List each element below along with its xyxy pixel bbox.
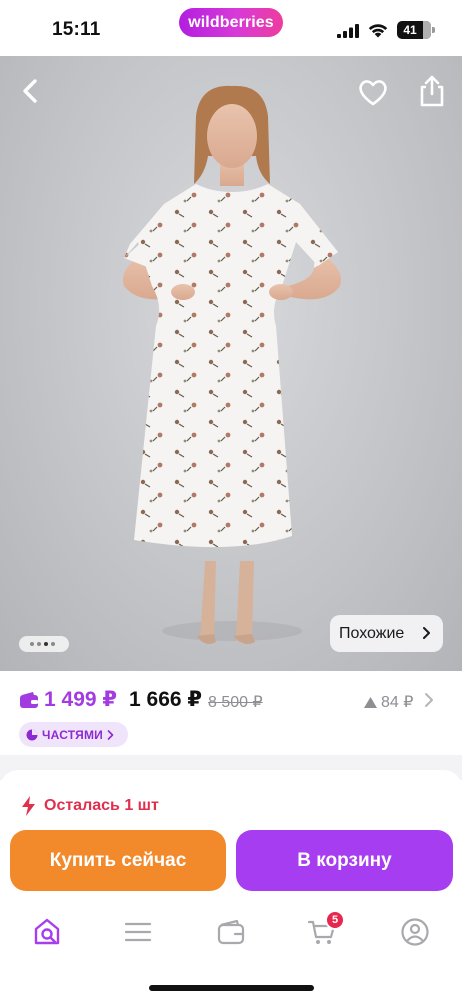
product-gallery[interactable]: Похожие: [0, 56, 462, 671]
profile-icon[interactable]: [399, 916, 431, 948]
wallet-icon: [20, 692, 38, 708]
add-to-cart-button[interactable]: В корзину: [236, 830, 453, 891]
stock-status: Осталась 1 шт: [44, 797, 159, 814]
price-change: 84 ₽: [381, 694, 414, 711]
back-button[interactable]: [14, 74, 48, 108]
price-history[interactable]: 84 ₽: [364, 692, 413, 712]
old-price: 8 500 ₽: [208, 694, 263, 711]
buy-now-button[interactable]: Купить сейчас: [10, 830, 226, 891]
share-icon[interactable]: [416, 74, 448, 108]
similar-button[interactable]: Похожие: [330, 615, 443, 652]
cart-badge: 5: [325, 910, 345, 930]
gallery-dot: [37, 642, 41, 646]
brand-logo: wildberries: [179, 8, 283, 37]
action-bar: Купить сейчас В корзину: [0, 820, 462, 902]
home-indicator: [149, 985, 314, 991]
cellular-signal-icon: [337, 24, 359, 38]
lightning-icon: [22, 796, 35, 816]
battery-level: 41: [403, 23, 417, 37]
home-search-icon[interactable]: [31, 916, 63, 948]
similar-label: Похожие: [339, 624, 405, 642]
bottom-navigation: 5: [0, 902, 462, 1000]
regular-price: 1 666 ₽: [129, 688, 202, 711]
heart-icon[interactable]: [356, 76, 390, 108]
gallery-dot: [51, 642, 55, 646]
catalog-icon[interactable]: [122, 916, 154, 948]
pie-chart-icon: [26, 729, 38, 740]
gallery-pagination: [19, 636, 69, 652]
battery-icon: 41: [397, 21, 435, 39]
wallet-icon[interactable]: [215, 916, 247, 948]
status-bar: 15:11 wildberries 41: [0, 0, 462, 56]
wifi-icon: [368, 24, 388, 38]
chevron-right-icon[interactable]: [424, 692, 434, 708]
triangle-up-icon: [364, 696, 377, 708]
chevron-right-icon: [107, 729, 114, 740]
wallet-price: 1 499 ₽: [44, 688, 117, 711]
installments-label: ЧАСТЯМИ: [42, 727, 103, 742]
installments-badge[interactable]: ЧАСТЯМИ: [19, 722, 128, 747]
gallery-dot: [30, 642, 34, 646]
product-photo: [122, 85, 342, 644]
gallery-dot-active: [44, 642, 48, 646]
status-time: 15:11: [52, 19, 101, 40]
chevron-right-icon: [423, 627, 430, 639]
